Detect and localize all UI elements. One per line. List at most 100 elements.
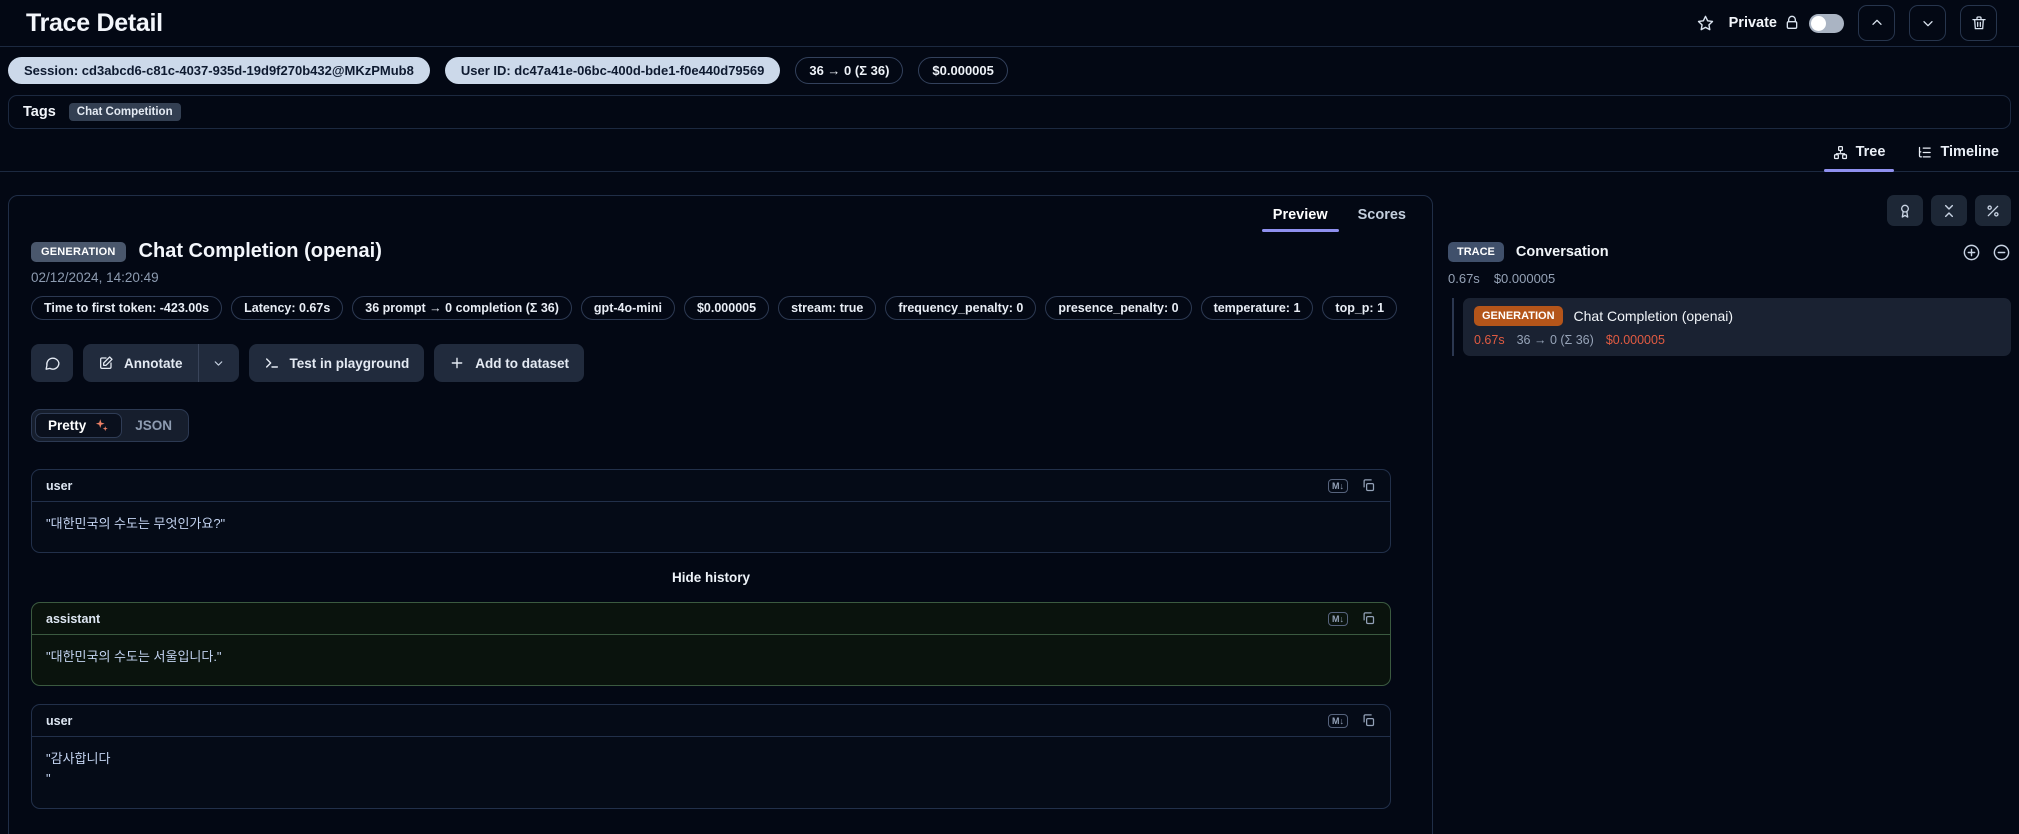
messages-list: user M↓ "대한민국의 수도는 무엇인가요?" Hide history … xyxy=(31,469,1391,809)
expand-all-button[interactable] xyxy=(1962,243,1981,262)
card-body: GENERATION Chat Completion (openai) 02/1… xyxy=(9,232,1432,809)
card-tabs: Preview Scores xyxy=(9,196,1432,232)
sidebar-toolbar xyxy=(1448,195,2011,226)
message-box-user-1: user M↓ "대한민국의 수도는 무엇인가요?" xyxy=(31,469,1391,554)
node-tokens: 36 → 0 (Σ 36) xyxy=(1516,333,1594,347)
add-to-dataset-button[interactable]: Add to dataset xyxy=(434,344,585,382)
tab-tree-label: Tree xyxy=(1855,144,1886,160)
observation-header: GENERATION Chat Completion (openai) xyxy=(31,240,1410,263)
markdown-icon[interactable]: M↓ xyxy=(1328,611,1348,626)
message-header: assistant M↓ xyxy=(32,603,1390,636)
node-cost: $0.000005 xyxy=(1605,333,1665,347)
plus-icon xyxy=(449,355,465,371)
privacy-control: Private xyxy=(1728,13,1844,33)
previous-trace-button[interactable] xyxy=(1858,5,1895,41)
user-id-badge[interactable]: User ID: dc47a41e-06bc-400d-bde1-f0e440d… xyxy=(444,57,781,84)
copy-icon xyxy=(1361,713,1376,728)
page-title: Trace Detail xyxy=(26,8,163,37)
tab-scores[interactable]: Scores xyxy=(1356,203,1408,232)
privacy-toggle[interactable] xyxy=(1809,13,1844,33)
generation-badge: GENERATION xyxy=(1474,306,1563,326)
metric-pill: Time to first token: -423.00s xyxy=(31,296,223,320)
chevron-down-icon xyxy=(1920,15,1936,31)
trace-latency: 0.67s xyxy=(1448,271,1480,286)
test-in-playground-button[interactable]: Test in playground xyxy=(248,344,425,382)
observation-card: Preview Scores GENERATION Chat Completio… xyxy=(8,195,1433,834)
tags-bar: Tags Chat Competition xyxy=(8,95,2011,129)
chevron-up-icon xyxy=(1869,15,1885,31)
message-role: assistant xyxy=(46,611,101,626)
tab-tree[interactable]: Tree xyxy=(1823,138,1895,172)
session-badge[interactable]: Session: cd3abcd6-c81c-4037-935d-19d9f27… xyxy=(8,57,430,84)
markdown-icon[interactable]: M↓ xyxy=(1328,713,1348,728)
generation-node-selected[interactable]: GENERATION Chat Completion (openai) 0.67… xyxy=(1463,298,2011,356)
metric-pill: top_p: 1 xyxy=(1322,296,1398,320)
trace-title: Conversation xyxy=(1515,244,1609,260)
tag-badge[interactable]: Chat Competition xyxy=(68,103,181,121)
copy-button[interactable] xyxy=(1361,478,1376,493)
annotate-dropdown-button[interactable] xyxy=(199,344,239,382)
metric-pill: temperature: 1 xyxy=(1200,296,1314,320)
metric-pill: $0.000005 xyxy=(683,296,770,320)
metrics-toggle-button[interactable] xyxy=(1975,195,2011,226)
tab-timeline[interactable]: Timeline xyxy=(1915,138,2001,171)
markdown-icon[interactable]: M↓ xyxy=(1328,478,1348,493)
copy-icon xyxy=(1361,478,1376,493)
trace-stats: 0.67s $0.000005 xyxy=(1448,271,2011,286)
percent-icon xyxy=(1985,203,2001,219)
token-usage-badge: 36 → 0 (Σ 36) xyxy=(795,57,904,84)
message-role: user xyxy=(46,478,73,493)
scores-toggle-button[interactable] xyxy=(1887,195,1923,226)
hide-history-button[interactable]: Hide history xyxy=(31,570,1391,585)
actions-row: Annotate Test in playground Add to datas… xyxy=(31,344,1410,382)
pretty-toggle[interactable]: Pretty xyxy=(35,413,123,438)
edit-icon xyxy=(98,355,114,371)
trace-cost: $0.000005 xyxy=(1493,271,1556,286)
trace-detail-page: Trace Detail Private Session: cd3abcd6-c… xyxy=(0,0,2019,834)
message-content: "대한민국의 수도는 서울입니다." xyxy=(46,649,222,665)
node-latency: 0.67s xyxy=(1474,333,1505,347)
header-actions: Private xyxy=(1696,5,1997,41)
collapse-all-button[interactable] xyxy=(1931,195,1967,226)
node-stats: 0.67s 36 → 0 (Σ 36) $0.000005 xyxy=(1474,333,2000,347)
tree-icon xyxy=(1833,145,1848,160)
lock-icon xyxy=(1784,15,1800,31)
add-to-dataset-label: Add to dataset xyxy=(475,355,570,371)
metric-pill: Latency: 0.67s xyxy=(231,296,344,320)
tags-label: Tags xyxy=(23,104,56,120)
header: Trace Detail Private xyxy=(0,0,2019,47)
message-content: "감사합니다 " xyxy=(46,751,111,787)
observation-timestamp: 02/12/2024, 14:20:49 xyxy=(31,270,159,285)
copy-button[interactable] xyxy=(1361,713,1376,728)
message-box-user-2: user M↓ "감사합니다 " xyxy=(31,704,1391,809)
view-tabs: Tree Timeline xyxy=(0,138,2019,172)
delete-trace-button[interactable] xyxy=(1960,5,1997,41)
playground-label: Test in playground xyxy=(289,355,410,371)
trace-root-row[interactable]: TRACE Conversation xyxy=(1448,242,2011,262)
metric-pill: gpt-4o-mini xyxy=(580,296,675,320)
generation-type-badge: GENERATION xyxy=(31,241,126,262)
message-content: "대한민국의 수도는 무엇인가요?" xyxy=(46,516,226,531)
comment-button[interactable] xyxy=(31,344,73,382)
list-tree-icon xyxy=(1917,145,1932,160)
format-toggle: Pretty JSON xyxy=(31,409,190,442)
copy-button[interactable] xyxy=(1361,611,1376,626)
node-header: GENERATION Chat Completion (openai) xyxy=(1474,306,2000,326)
tab-preview[interactable]: Preview xyxy=(1261,203,1339,232)
json-toggle[interactable]: JSON xyxy=(122,413,185,438)
message-header-icons: M↓ xyxy=(1328,713,1376,728)
annotate-button[interactable]: Annotate xyxy=(83,344,198,382)
award-icon xyxy=(1897,203,1913,219)
annotate-split-button: Annotate xyxy=(83,344,239,382)
message-header-icons: M↓ xyxy=(1328,478,1376,493)
next-trace-button[interactable] xyxy=(1909,5,1946,41)
privacy-label: Private xyxy=(1728,15,1777,31)
fold-vertical-icon xyxy=(1941,203,1957,219)
collapse-tree-button[interactable] xyxy=(1992,243,2011,262)
plus-circle-icon xyxy=(1962,243,1981,262)
content: Preview Scores GENERATION Chat Completio… xyxy=(0,172,2019,834)
pretty-label: Pretty xyxy=(48,418,87,433)
bookmark-star-button[interactable] xyxy=(1696,14,1715,33)
message-role: user xyxy=(46,713,73,728)
tab-timeline-label: Timeline xyxy=(1940,144,1999,160)
